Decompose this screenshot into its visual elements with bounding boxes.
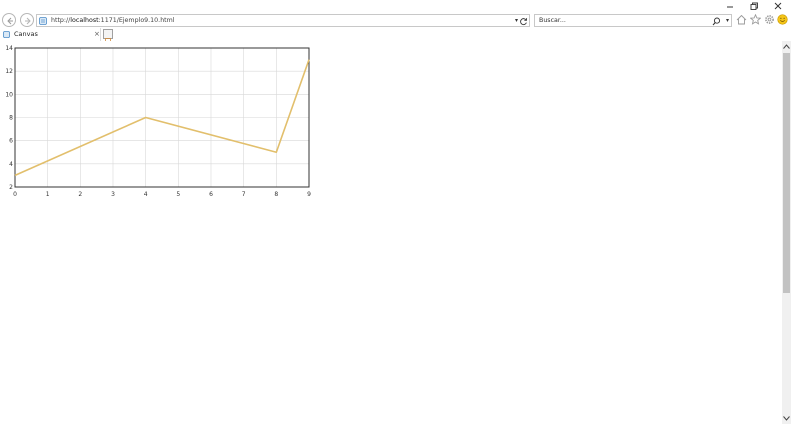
chart-grid [14, 47, 310, 188]
x-tick-label: 8 [274, 191, 278, 198]
tab-bar: Canvas × [0, 28, 791, 44]
line-chart: 0123456789 2468101214 [5, 45, 311, 198]
minimize-button[interactable] [718, 1, 742, 13]
forward-button[interactable] [20, 13, 34, 27]
x-tick-label: 4 [144, 191, 148, 198]
x-tick-label: 9 [307, 191, 311, 198]
browser-toolbar: http://localhost:1171/Ejemplo9.10.html ▾… [0, 0, 791, 28]
search-placeholder: Buscar... [539, 17, 566, 24]
address-bar[interactable]: http://localhost:1171/Ejemplo9.10.html ▾ [36, 14, 530, 27]
x-tick-label: 7 [242, 191, 246, 198]
settings-gear-icon[interactable] [764, 14, 775, 25]
page-content: 0123456789 2 4 6 8 10 12 14 [0, 41, 782, 424]
page-icon [39, 17, 47, 25]
tab-canvas[interactable]: Canvas × [0, 28, 101, 41]
close-icon [774, 2, 782, 10]
tab-close-button[interactable]: × [94, 28, 100, 41]
y-tick-label: 14 [5, 45, 13, 52]
back-icon [7, 17, 13, 25]
scroll-down-icon[interactable] [782, 413, 791, 423]
forward-icon [25, 17, 31, 25]
tab-title: Canvas [14, 30, 38, 38]
x-tick-label: 0 [13, 191, 17, 198]
new-tab-button[interactable] [103, 29, 113, 44]
vertical-scrollbar[interactable] [782, 41, 791, 424]
restore-button[interactable] [742, 1, 766, 13]
favorites-star-icon[interactable] [750, 14, 761, 25]
y-tick-label: 4 [9, 161, 13, 168]
home-icon[interactable] [736, 14, 747, 25]
y-tick-label: 8 [9, 115, 13, 122]
x-tick-label: 5 [176, 191, 180, 198]
search-icon[interactable] [712, 17, 721, 26]
x-axis-ticks: 0 1 2 3 4 5 6 7 8 9 [13, 191, 311, 198]
search-box[interactable]: Buscar... ▾ [534, 14, 732, 27]
restore-icon [750, 2, 758, 10]
smiley-feedback-icon[interactable] [777, 14, 788, 25]
url-text: http://localhost:1171/Ejemplo9.10.html [51, 17, 175, 24]
x-tick-label: 1 [46, 191, 50, 198]
minimize-icon [727, 6, 733, 8]
y-tick-label: 10 [5, 91, 13, 98]
chevron-down-icon[interactable]: ▾ [515, 15, 518, 27]
page-favicon-icon [3, 31, 10, 38]
y-axis-ticks: 2 4 6 8 10 12 14 [5, 45, 13, 191]
y-tick-label: 2 [9, 184, 13, 191]
y-tick-label: 6 [9, 138, 13, 145]
close-window-button[interactable] [766, 1, 790, 13]
y-tick-label: 12 [5, 68, 13, 75]
chevron-down-icon[interactable]: ▾ [726, 15, 729, 27]
refresh-icon[interactable] [519, 17, 528, 26]
back-button[interactable] [2, 13, 16, 27]
scroll-up-icon[interactable] [782, 42, 791, 52]
scrollbar-thumb[interactable] [783, 53, 790, 293]
x-tick-label: 3 [111, 191, 115, 198]
x-tick-label: 2 [78, 191, 82, 198]
x-tick-label: 6 [209, 191, 213, 198]
